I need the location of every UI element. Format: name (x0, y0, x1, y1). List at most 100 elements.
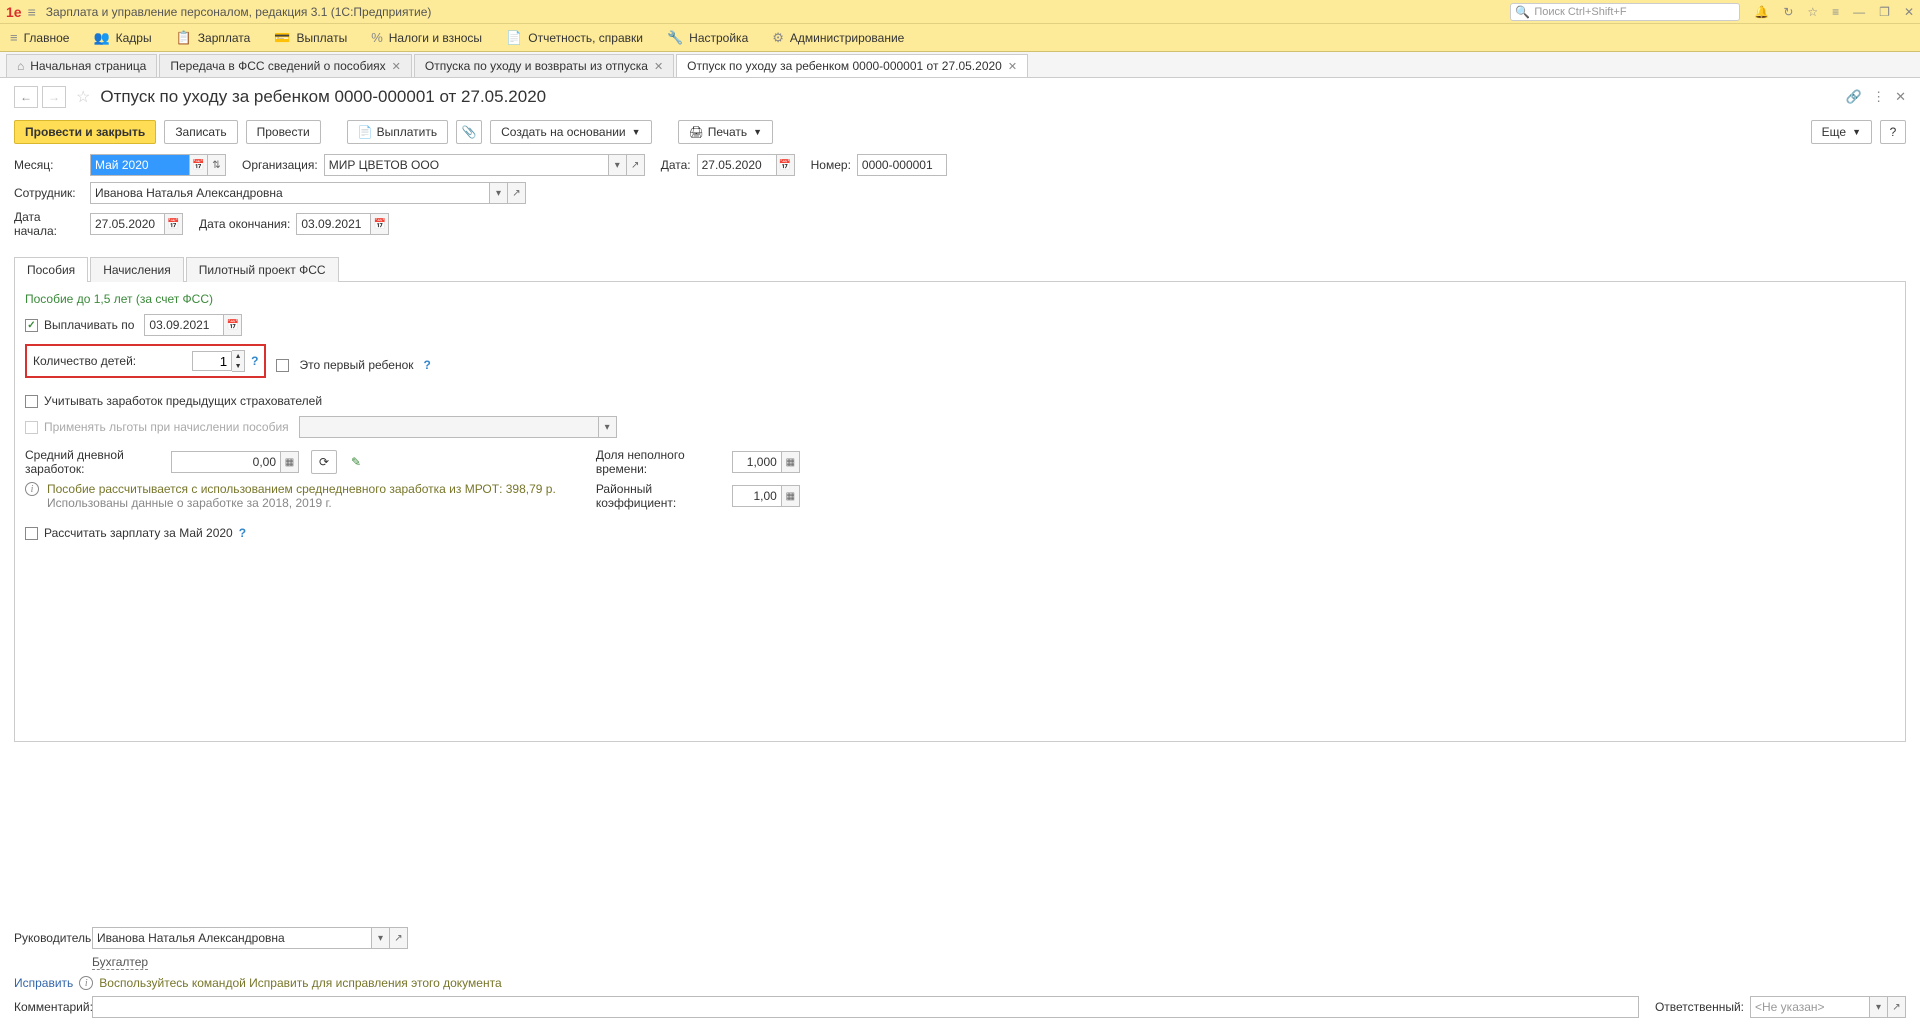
end-date-input[interactable]: 03.09.2021 (296, 213, 371, 235)
menu-admin[interactable]: ⚙Администрирование (772, 30, 904, 46)
open-icon[interactable]: ↗ (390, 927, 408, 949)
pay-button[interactable]: 📄Выплатить (347, 120, 448, 144)
stepper-icon[interactable]: ⇅ (208, 154, 226, 176)
number-label: Номер: (811, 158, 851, 172)
start-label: Дата начала: (14, 210, 84, 238)
calendar-icon[interactable]: 📅 (190, 154, 208, 176)
help-button[interactable]: ? (1880, 120, 1906, 144)
menu-reports[interactable]: 📄Отчетность, справки (506, 30, 643, 46)
dropdown-icon[interactable]: ▾ (1870, 996, 1888, 1018)
first-child-checkbox[interactable] (276, 359, 289, 372)
maximize-icon[interactable]: ❐ (1879, 5, 1890, 19)
menu-personnel[interactable]: 👥Кадры (93, 30, 151, 46)
settings-icon[interactable]: ≡ (1832, 5, 1839, 19)
org-input[interactable]: МИР ЦВЕТОВ ООО (324, 154, 609, 176)
fix-link[interactable]: Исправить (14, 976, 73, 990)
ptab-accruals[interactable]: Начисления (90, 257, 184, 282)
bell-icon[interactable]: 🔔 (1754, 5, 1769, 19)
responsible-input[interactable]: <Не указан> (1750, 996, 1870, 1018)
dropdown-icon[interactable]: ▾ (372, 927, 390, 949)
employee-label: Сотрудник: (14, 186, 84, 200)
number-input[interactable]: 0000-000001 (857, 154, 947, 176)
menu-payments[interactable]: 💳Выплаты (274, 30, 347, 46)
menu-salary[interactable]: 📋Зарплата (176, 30, 251, 46)
calc-icon[interactable]: ▦ (782, 485, 800, 507)
employee-input[interactable]: Иванова Наталья Александровна (90, 182, 490, 204)
open-icon[interactable]: ↗ (508, 182, 526, 204)
close-page-icon[interactable]: ✕ (1895, 89, 1906, 105)
post-and-close-button[interactable]: Провести и закрыть (14, 120, 156, 144)
org-label: Организация: (242, 158, 318, 172)
title-icons: 🔔 ↻ ☆ ≡ — ❐ ✕ (1754, 5, 1914, 19)
favorite-star-icon[interactable]: ☆ (76, 87, 90, 107)
district-input[interactable]: 1,00 (732, 485, 782, 507)
ptab-benefits[interactable]: Пособия (14, 257, 88, 282)
tab-current[interactable]: Отпуск по уходу за ребенком 0000-000001 … (676, 54, 1028, 77)
manager-label: Руководитель: (14, 931, 86, 945)
close-icon[interactable]: ✕ (1008, 60, 1017, 73)
prev-insurers-checkbox[interactable] (25, 395, 38, 408)
menu-burger[interactable]: ≡Главное (10, 30, 69, 45)
clip-icon: 📎 (462, 125, 477, 139)
calc-icon[interactable]: ▦ (782, 451, 800, 473)
print-button[interactable]: 🖨Печать▼ (678, 120, 773, 144)
month-input[interactable]: Май 2020 (90, 154, 190, 176)
link-icon[interactable]: 🔗 (1846, 89, 1862, 105)
refresh-button[interactable]: ⟳ (311, 450, 337, 474)
calendar-icon[interactable]: 📅 (224, 314, 242, 336)
open-icon[interactable]: ↗ (627, 154, 645, 176)
menu-settings[interactable]: 🔧Настройка (667, 30, 748, 46)
recalc-checkbox[interactable] (25, 527, 38, 540)
comment-input[interactable] (92, 996, 1639, 1018)
avg-daily-label: Средний дневной заработок: (25, 448, 165, 476)
tab-leaves[interactable]: Отпуска по уходу и возвраты из отпуска✕ (414, 54, 674, 77)
spinner-up-icon[interactable]: ▲ (232, 351, 244, 361)
help-icon[interactable]: ? (424, 358, 431, 372)
date-input[interactable]: 27.05.2020 (697, 154, 777, 176)
parttime-input[interactable]: 1,000 (732, 451, 782, 473)
save-button[interactable]: Записать (164, 120, 237, 144)
history-icon[interactable]: ↻ (1783, 5, 1793, 19)
kebab-icon[interactable]: ⋮ (1872, 89, 1885, 105)
start-date-input[interactable]: 27.05.2020 (90, 213, 165, 235)
dropdown-icon[interactable]: ▾ (609, 154, 627, 176)
ptab-pilot[interactable]: Пилотный проект ФСС (186, 257, 339, 282)
dropdown-icon[interactable]: ▾ (490, 182, 508, 204)
pay-until-checkbox[interactable] (25, 319, 38, 332)
close-window-icon[interactable]: ✕ (1904, 5, 1914, 19)
pay-until-date-input[interactable]: 03.09.2021 (144, 314, 224, 336)
tab-fss[interactable]: Передача в ФСС сведений о пособиях✕ (159, 54, 412, 77)
more-button[interactable]: Еще▼ (1811, 120, 1872, 144)
post-button[interactable]: Провести (246, 120, 321, 144)
menu-taxes[interactable]: %Налоги и взносы (371, 30, 482, 45)
help-icon[interactable]: ? (251, 354, 258, 368)
spinner-down-icon[interactable]: ▼ (232, 361, 244, 371)
manager-input[interactable]: Иванова Наталья Александровна (92, 927, 372, 949)
info-line1: Пособие рассчитывается с использованием … (47, 482, 556, 496)
open-icon[interactable]: ↗ (1888, 996, 1906, 1018)
search-icon: 🔍 (1515, 5, 1530, 19)
forward-button[interactable]: → (42, 86, 66, 108)
close-icon[interactable]: ✕ (392, 60, 401, 73)
calendar-icon[interactable]: 📅 (777, 154, 795, 176)
accountant-link[interactable]: Бухгалтер (92, 955, 148, 970)
children-count-input[interactable] (192, 351, 232, 371)
help-icon[interactable]: ? (239, 526, 246, 540)
avg-daily-input[interactable]: 0,00 (171, 451, 281, 473)
close-icon[interactable]: ✕ (654, 60, 663, 73)
calendar-icon[interactable]: 📅 (165, 213, 183, 235)
tab-start[interactable]: ⌂Начальная страница (6, 54, 157, 77)
attach-button[interactable]: 📎 (456, 120, 482, 144)
apply-benefits-checkbox (25, 421, 38, 434)
global-search-input[interactable]: 🔍 Поиск Ctrl+Shift+F (1510, 3, 1740, 21)
date-label: Дата: (661, 158, 691, 172)
back-button[interactable]: ← (14, 86, 38, 108)
minimize-icon[interactable]: — (1853, 5, 1865, 19)
star-icon[interactable]: ☆ (1807, 5, 1818, 19)
calendar-icon[interactable]: 📅 (371, 213, 389, 235)
children-label: Количество детей: (33, 354, 136, 368)
create-from-button[interactable]: Создать на основании▼ (490, 120, 651, 144)
hamburger-icon[interactable]: ≡ (28, 4, 36, 20)
edit-pencil-icon[interactable]: ✎ (351, 455, 361, 469)
calc-icon[interactable]: ▦ (281, 451, 299, 473)
